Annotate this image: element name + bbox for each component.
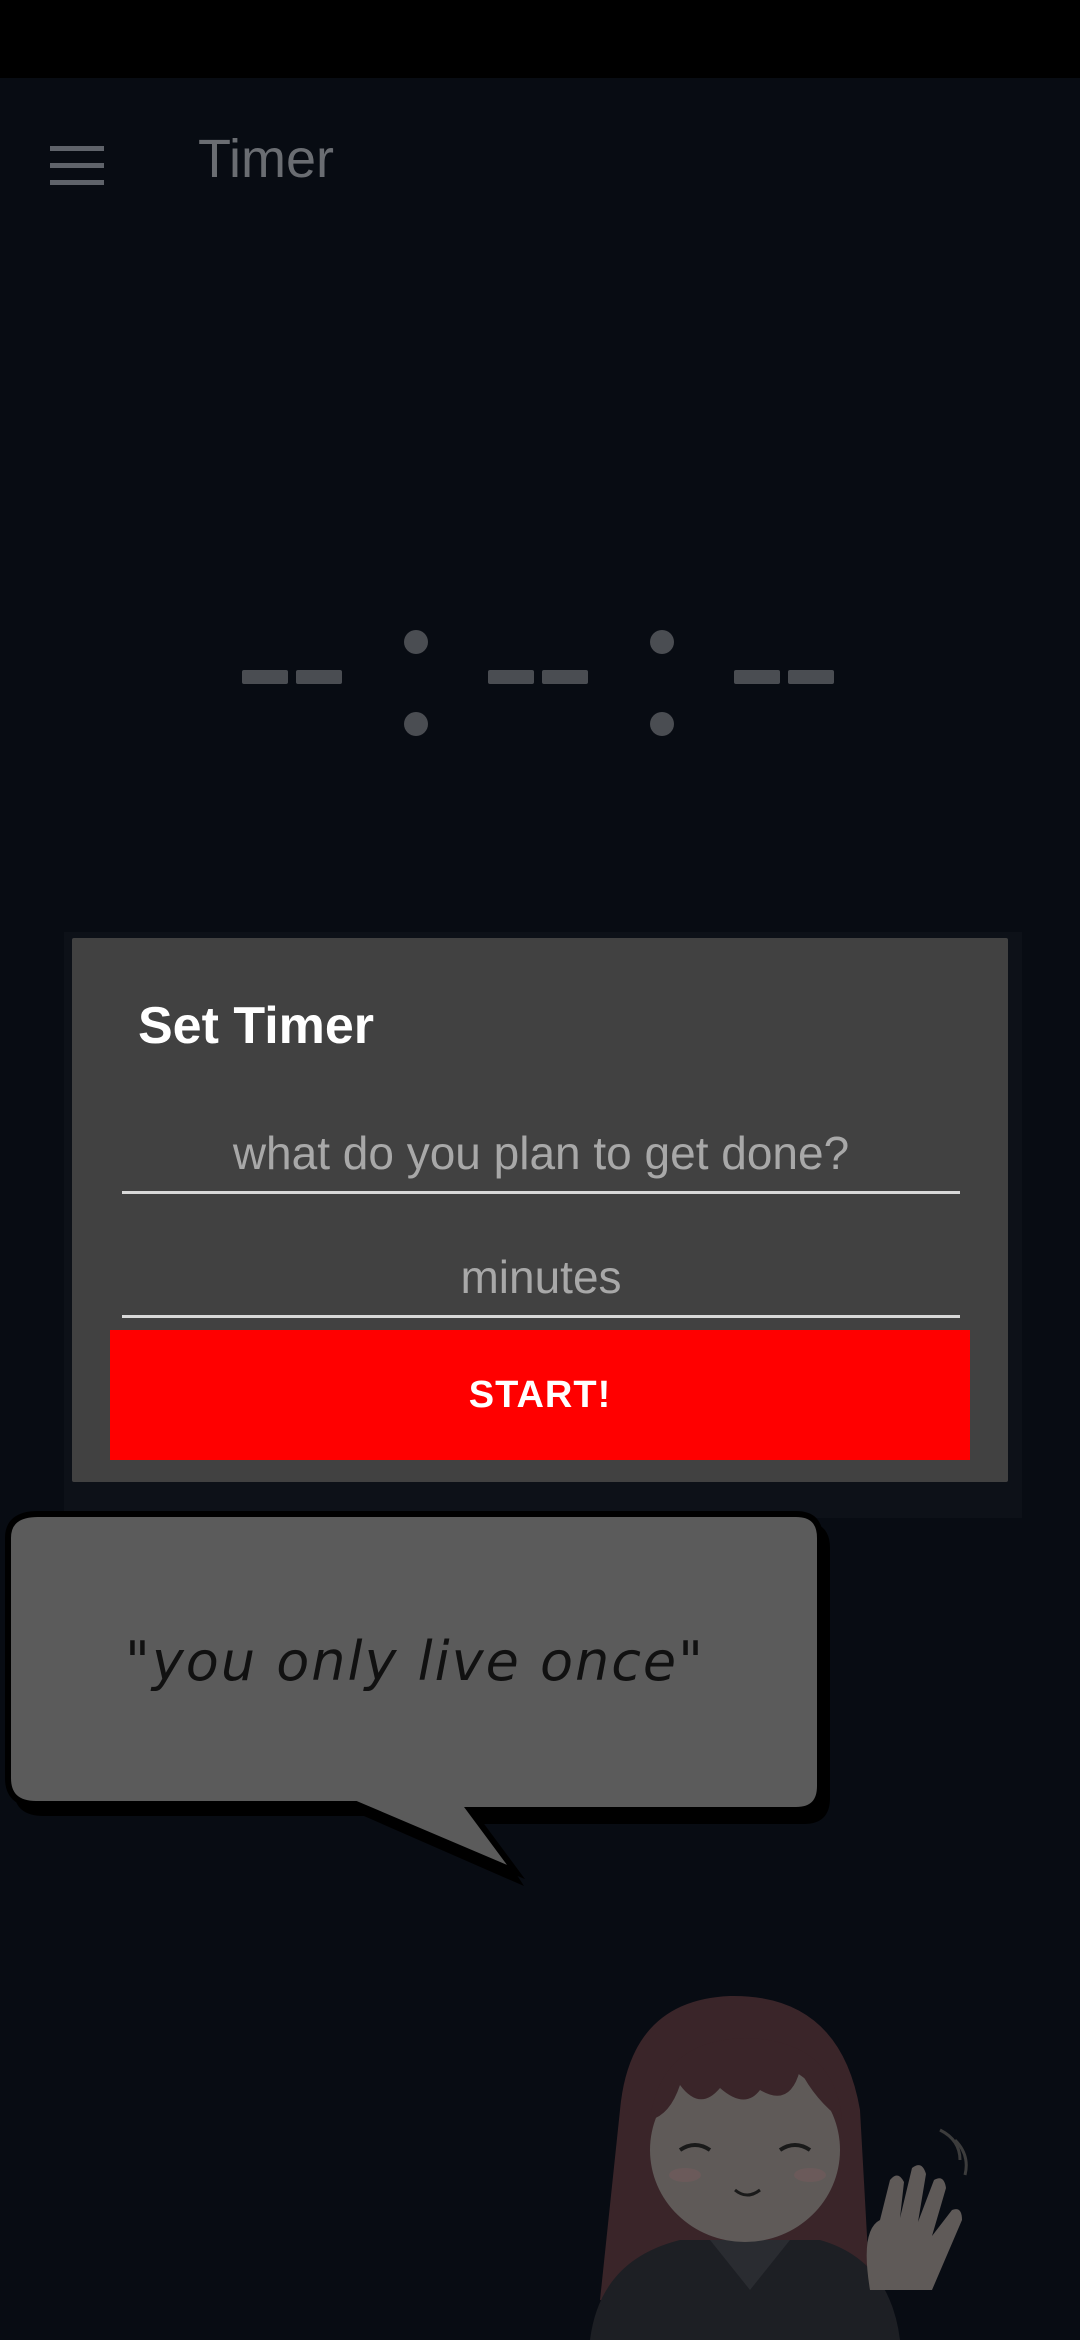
- status-bar: [0, 0, 1080, 78]
- dialog-title: Set Timer: [138, 997, 375, 1055]
- task-field: [122, 1114, 960, 1194]
- countdown-display: [0, 600, 1080, 780]
- task-input[interactable]: [122, 1114, 960, 1191]
- countdown-hours: [242, 670, 350, 686]
- countdown-colon: [650, 630, 674, 738]
- hamburger-menu-icon: [50, 146, 104, 186]
- speech-bubble: "you only live once": [0, 1510, 840, 1890]
- minutes-field: [122, 1238, 960, 1318]
- menu-button[interactable]: [44, 132, 110, 188]
- quote-text: "you only live once": [125, 1630, 705, 1693]
- set-timer-dialog: Set Timer START!: [72, 938, 1008, 1482]
- timer-screen: Timer Set Timer START! "you only live on…: [0, 0, 1080, 2340]
- app-title: Timer: [198, 129, 334, 189]
- waving-girl-illustration: [560, 1990, 980, 2340]
- minutes-input[interactable]: [122, 1238, 960, 1315]
- countdown-colon: [404, 630, 428, 738]
- countdown-minutes: [488, 670, 596, 686]
- speech-bubble-shape: [5, 1511, 830, 1886]
- countdown-seconds: [734, 670, 842, 686]
- start-button[interactable]: START!: [110, 1330, 970, 1460]
- app-bar: Timer: [0, 78, 1080, 242]
